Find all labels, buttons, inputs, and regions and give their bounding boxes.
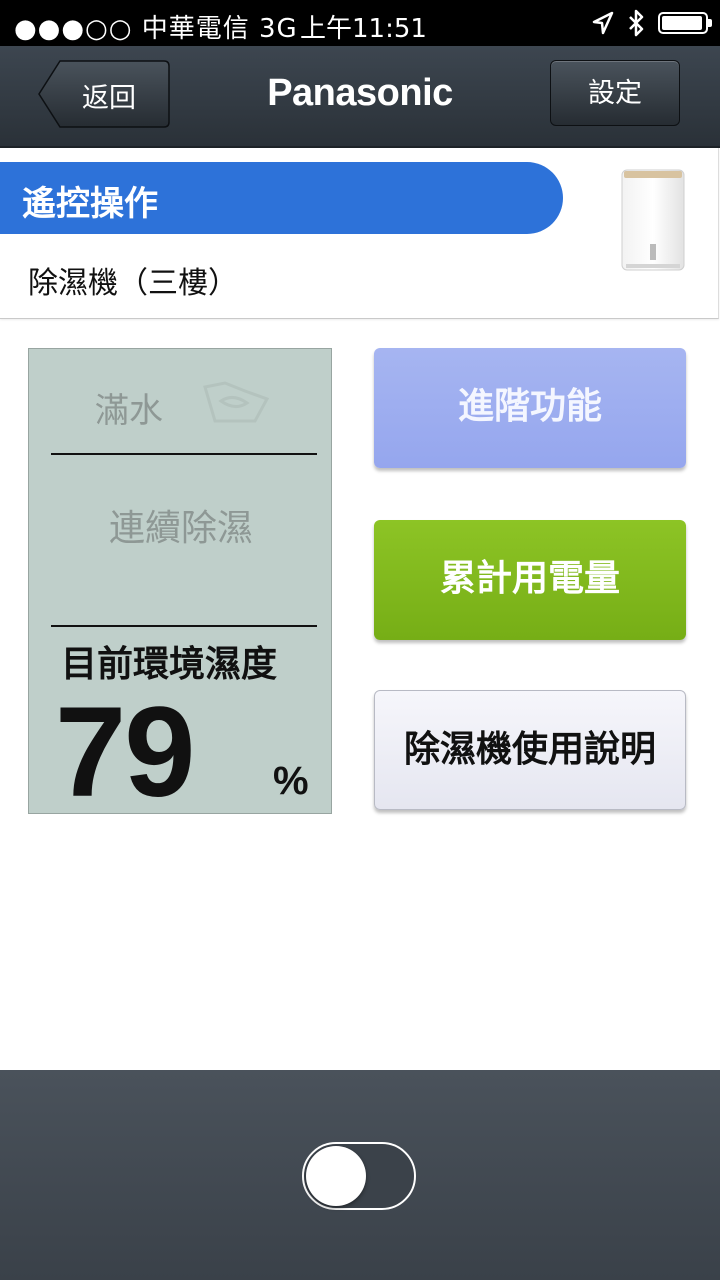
status-icons xyxy=(592,6,712,40)
lcd-divider xyxy=(51,453,317,455)
battery-icon xyxy=(658,12,712,34)
bottom-bar xyxy=(0,1070,720,1280)
clock: 上午11:51 xyxy=(300,14,427,44)
location-arrow-icon xyxy=(592,11,614,35)
status-bar: ●●●○○ 中華電信 3G 上午11:51 xyxy=(0,0,720,46)
mode-banner: 遙控操作 xyxy=(0,162,563,234)
humidity-value: 79 xyxy=(55,681,195,824)
power-toggle[interactable] xyxy=(302,1142,416,1210)
device-name: 除濕機（三樓） xyxy=(28,266,238,301)
device-panel: 遙控操作 除濕機（三樓） xyxy=(0,148,719,319)
mode-label: 遙控操作 xyxy=(22,184,158,224)
bluetooth-icon xyxy=(629,9,644,37)
water-tank-icon xyxy=(203,381,270,423)
dehumidifier-icon xyxy=(621,169,685,271)
continuous-dehumidify-indicator: 連續除濕 xyxy=(108,508,253,549)
full-water-indicator: 滿水 xyxy=(95,391,163,431)
energy-usage-button[interactable]: 累計用電量 xyxy=(374,520,686,640)
user-manual-button[interactable]: 除濕機使用說明 xyxy=(374,690,686,810)
humidity-unit: % xyxy=(273,759,309,803)
toggle-knob xyxy=(306,1146,366,1206)
carrier-signal: ●●●○○ 中華電信 3G xyxy=(14,14,298,44)
settings-button[interactable]: 設定 xyxy=(550,60,680,126)
lcd-display: 滿水 連續除濕 目前環境濕度 79 % xyxy=(28,348,332,824)
lcd-divider xyxy=(51,625,317,627)
advanced-functions-button[interactable]: 進階功能 xyxy=(374,348,686,468)
navigation-bar: 返回 Panasonic 設定 xyxy=(0,46,720,148)
